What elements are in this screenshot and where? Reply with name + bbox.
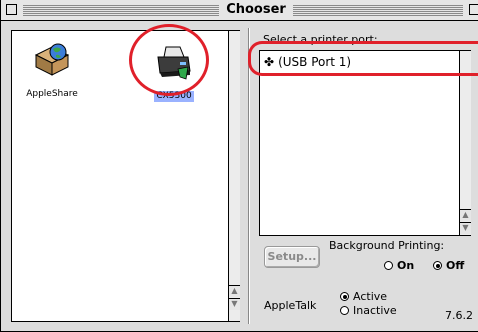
annotation-circle-printer	[129, 24, 209, 96]
port-list: ✤ (USB Port 1) ▲ ▼	[259, 50, 471, 236]
background-printing-off-radio[interactable]: Off	[433, 259, 464, 272]
pane-divider	[248, 28, 250, 324]
port-list-scrollbar[interactable]: ▲ ▼	[459, 51, 471, 235]
device-appleshare[interactable]: AppleShare	[20, 41, 84, 100]
appletalk-active-radio[interactable]: Active	[340, 290, 387, 303]
radio-label: Off	[446, 259, 465, 272]
scroll-up-arrow-icon[interactable]: ▲	[229, 285, 240, 297]
appleshare-icon	[34, 43, 70, 76]
radio-selected-icon	[340, 292, 349, 301]
background-printing-label: Background Printing:	[329, 239, 445, 252]
setup-button[interactable]: Setup...	[264, 246, 320, 268]
appletalk-label: AppleTalk	[264, 299, 317, 312]
title-bar[interactable]: Chooser	[1, 0, 478, 21]
appletalk-inactive-radio[interactable]: Inactive	[340, 304, 397, 317]
radio-label: On	[397, 259, 415, 272]
version-number: 7.6.2	[445, 309, 473, 322]
close-box[interactable]	[6, 4, 17, 15]
device-label: AppleShare	[26, 89, 78, 99]
radio-icon	[340, 306, 349, 315]
scroll-up-arrow-icon[interactable]: ▲	[460, 209, 471, 221]
title-stripes-left	[23, 4, 219, 16]
title-stripes-right	[293, 4, 463, 16]
radio-icon	[384, 261, 393, 270]
annotation-highlight-usb-port	[248, 41, 478, 76]
scroll-down-arrow-icon[interactable]: ▼	[229, 298, 240, 310]
window-title: Chooser	[226, 2, 286, 17]
zoom-box[interactable]	[469, 4, 478, 15]
chooser-window: Chooser AppleShare CX5300 ▲ ▼ Select a p…	[0, 0, 478, 332]
scroll-down-arrow-icon[interactable]: ▼	[460, 222, 471, 234]
radio-selected-icon	[433, 261, 442, 270]
radio-label: Inactive	[353, 304, 397, 317]
device-list-scrollbar[interactable]: ▲ ▼	[228, 31, 240, 321]
background-printing-on-radio[interactable]: On	[384, 259, 414, 272]
radio-label: Active	[353, 290, 388, 303]
